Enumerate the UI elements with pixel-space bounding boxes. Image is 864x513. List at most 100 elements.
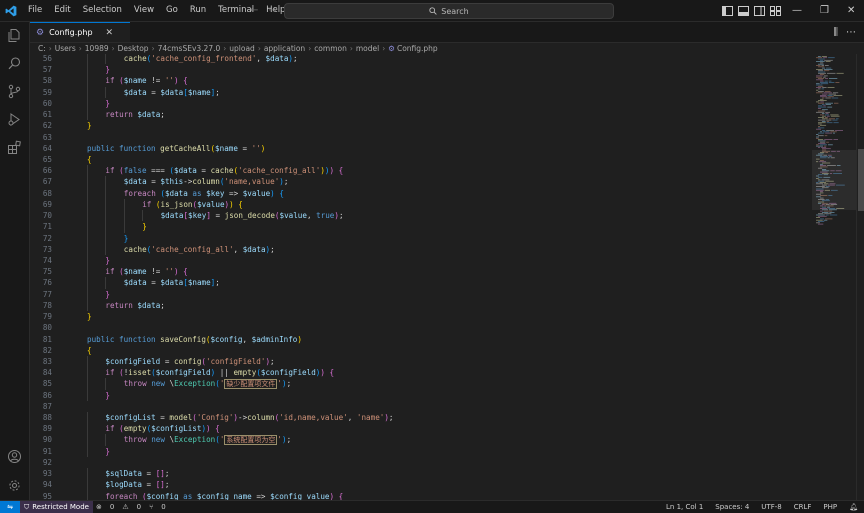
breadcrumb-item[interactable]: common [314,44,347,53]
code-line[interactable]: 84 if (!isset($configField) || empty($con… [30,367,810,379]
end-of-line[interactable]: CRLF [794,503,812,511]
tab-config-php[interactable]: ⚙ Config.php ✕ [30,22,130,42]
code-line[interactable]: 81 public function saveConfig($config, $a… [30,334,810,345]
code-line[interactable]: 90 throw new \Exception(' 系统配置项为空 '); [30,434,810,446]
close-window-icon[interactable]: ✕ [847,5,855,16]
settings-gear-icon[interactable] [0,472,29,498]
scrollbar-thumb[interactable] [858,149,864,211]
code-line[interactable]: 59 $data = $data[$name]; [30,86,810,98]
code-line[interactable]: 71} [30,221,810,233]
minimap-viewport-slider[interactable] [812,150,856,210]
code-line[interactable]: 77} [30,288,810,300]
code-line[interactable]: 79} [30,311,810,322]
code-line[interactable]: 78 return $data; [30,299,810,312]
source-control-icon[interactable] [0,78,29,104]
breadcrumb-item[interactable]: model [356,44,379,53]
code-line[interactable]: 83 $configField = config('configField'); [30,355,810,368]
code-line[interactable]: 64 public function getCacheAll($name = ''… [30,143,810,154]
code-line[interactable]: 70 $data[$key] = json_decode($value, true… [30,210,810,222]
code-line[interactable]: 91} [30,445,810,457]
code-editor[interactable]: 56 cache('cache_config_frontend', $data);… [30,54,810,500]
toggle-panel-icon[interactable] [738,5,749,16]
toggle-primary-sidebar-icon[interactable] [722,5,733,16]
breadcrumb-item[interactable]: 74cmsSEv3.27.0 [158,44,221,53]
minimap-line [818,66,825,68]
minimap[interactable] [812,54,856,500]
command-center-search[interactable]: Search [284,3,614,19]
notifications-bell-icon[interactable]: 🔔︎ [849,503,858,511]
code-line[interactable]: 72} [30,232,810,244]
code-line[interactable]: 73 cache('cache_config_all', $data); [30,243,810,255]
code-line[interactable]: 58 if ($name != '') { [30,75,810,87]
code-line[interactable]: 61 return $data; [30,109,810,121]
customize-layout-icon[interactable] [770,5,781,16]
code-line[interactable]: 65 { [30,154,810,165]
back-arrow-icon[interactable]: ← [250,5,258,16]
code-line[interactable]: 95 foreach ($config as $config_name => $c… [30,490,810,500]
breadcrumb-item[interactable]: upload [229,44,255,53]
files-icon[interactable] [0,22,29,48]
forward-arrow-icon[interactable]: → [268,5,276,16]
indentation[interactable]: Spaces: 4 [715,503,749,511]
split-editor-icon[interactable]: ⫼ [833,27,838,38]
code-line[interactable]: 68 foreach ($data as $key => $value) { [30,187,810,199]
code-line[interactable]: 85 throw new \Exception(' 缺少配置项文件 '); [30,378,810,390]
code-line[interactable]: 57} [30,64,810,76]
account-icon[interactable] [0,443,29,469]
close-tab-icon[interactable]: ✕ [106,28,114,38]
code-line[interactable]: 63 [30,132,810,143]
vertical-scrollbar[interactable] [856,54,864,500]
cursor-position[interactable]: Ln 1, Col 1 [666,503,703,511]
minimap-line [822,109,828,111]
menu-go[interactable]: Go [160,0,184,21]
code-line[interactable]: 82 { [30,345,810,356]
code-line[interactable]: 62} [30,120,810,131]
menu-run[interactable]: Run [184,0,212,21]
code-line[interactable]: 86} [30,389,810,401]
code-token: $config [210,334,243,344]
minimap-line [826,141,829,143]
breadcrumb-item[interactable]: Users [55,44,76,53]
code-line[interactable]: 76 $data = $data[$name]; [30,277,810,289]
restore-icon[interactable]: ❐ [820,5,829,16]
code-line[interactable]: 74} [30,254,810,267]
code-line[interactable]: 56 cache('cache_config_frontend', $data); [30,54,810,65]
menu-selection[interactable]: Selection [77,0,128,21]
code-line[interactable]: 88 $configList = model('Config')->column(… [30,412,810,424]
code-line[interactable]: 93 $sqlData = []; [30,468,810,480]
code-line[interactable]: 60} [30,97,810,110]
breadcrumb-item[interactable]: Config.php [397,44,438,53]
code-line[interactable]: 75 if ($name != '') { [30,266,810,278]
problems-indicator[interactable]: ⊗ 0 ⚠ 0 ⑂ 0 [96,501,166,513]
search-icon[interactable] [0,50,29,76]
code-line[interactable]: 67 $data = $this->column('name,value'); [30,176,810,188]
menu-file[interactable]: File [22,0,48,21]
minimap-line [823,57,828,59]
language-mode[interactable]: PHP [823,503,837,511]
minimap-line [818,221,825,222]
breadcrumb-item[interactable]: application [264,44,305,53]
breadcrumb-item[interactable]: C: [38,44,46,53]
restricted-mode-indicator[interactable]: ⛉ Restricted Mode [20,501,93,513]
menu-view[interactable]: View [128,0,160,21]
line-number: 92 [42,457,52,467]
minimize-icon[interactable]: — [792,5,802,16]
breadcrumb-item[interactable]: 10989 [85,44,109,53]
menu-edit[interactable]: Edit [48,0,76,21]
code-token: , [256,54,266,63]
encoding[interactable]: UTF-8 [761,503,781,511]
breadcrumb-item[interactable]: Desktop [118,44,149,53]
code-line[interactable]: 80 [30,322,810,333]
code-line[interactable]: 92 [30,457,810,468]
more-actions-icon[interactable]: ⋯ [846,27,856,38]
breadcrumb: C: › Users › 10989 › Desktop › 74cmsSEv3.27.… [38,43,438,53]
extensions-icon[interactable] [0,134,29,160]
remote-indicator-icon[interactable]: ⇋ [0,501,20,513]
run-debug-icon[interactable] [0,106,29,132]
code-line[interactable]: 89 if (empty($configList)) { [30,423,810,435]
code-line[interactable]: 69 if (is_json($value)) { [30,198,810,211]
code-line[interactable]: 66 if (false === ($data = cache('cache_co… [30,165,810,177]
code-line[interactable]: 87 [30,401,810,412]
code-line[interactable]: 94 $logData = []; [30,479,810,491]
toggle-secondary-sidebar-icon[interactable] [754,5,765,16]
